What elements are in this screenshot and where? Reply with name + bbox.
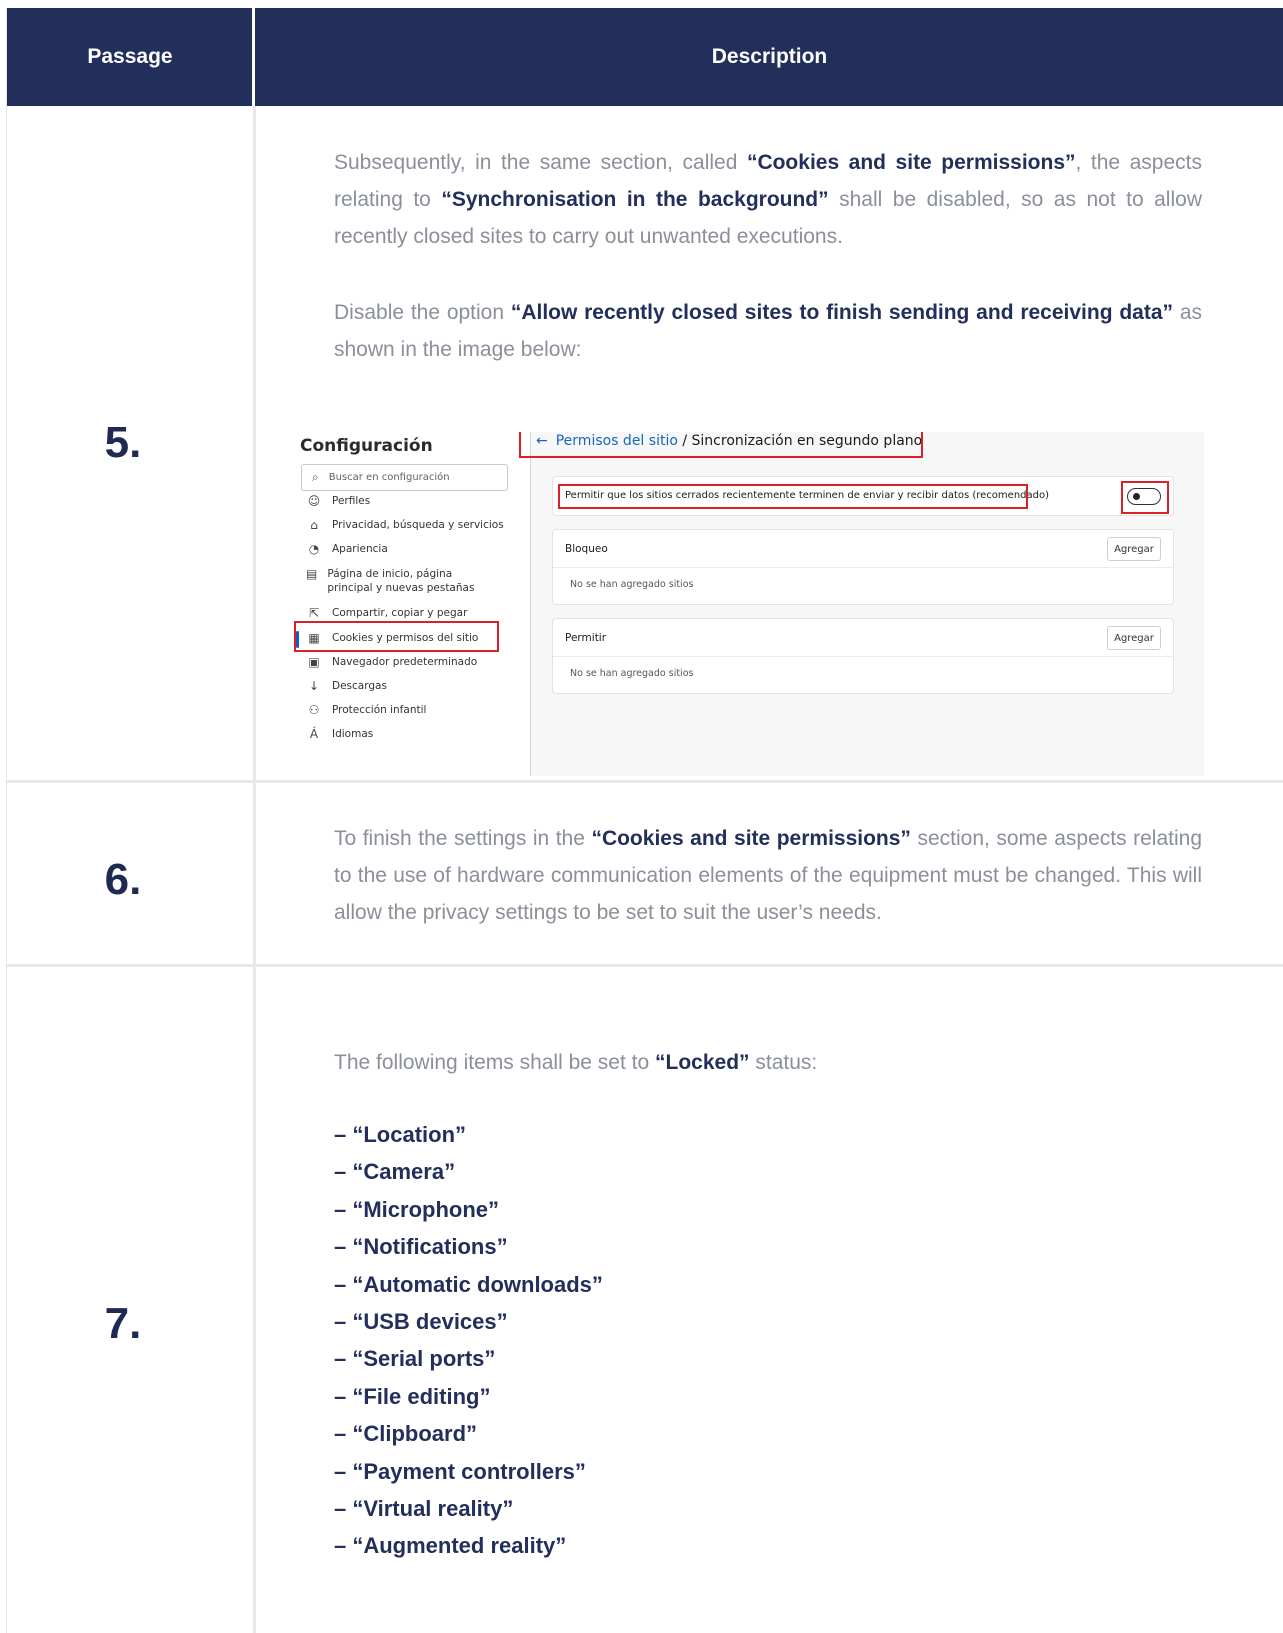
description-header: Description [711,45,828,68]
empty-text: No se han agregado sitios [570,668,694,679]
text: To finish the settings in the [334,827,592,850]
sidebar-item-compartir[interactable]: ⇱ Compartir, copiar y pegar [300,606,520,620]
sidebar-item-label: Página de inicio, página principal y nue… [327,568,475,594]
emphasis: “Synchronisation in the background” [441,188,829,211]
sidebar-item-perfiles[interactable]: ☺ Perfiles [300,494,520,508]
block-card: Bloqueo Agregar No se han agregado sitio… [552,529,1174,605]
list-item: – “Augmented reality” [334,1533,567,1559]
row-divider [7,780,1283,783]
sidebar-item-label: Compartir, copiar y pegar [332,607,468,619]
settings-title: Configuración [300,436,433,456]
sidebar-item-idiomas[interactable]: Á Idiomas [300,727,520,741]
text: Subsequently, in the same section, calle… [334,151,747,174]
sidebar-item-label: Navegador predeterminado [332,656,478,668]
emphasis: “Allow recently closed sites to finish s… [510,301,1174,324]
add-block-button[interactable]: Agregar [1107,537,1161,561]
passage-header: Passage [87,45,173,68]
passage-number: 5. [104,418,142,467]
sidebar-item-label: Perfiles [332,495,371,507]
empty-text: No se han agregado sitios [570,579,694,590]
sidebar-item-descargas[interactable]: ↓ Descargas [300,679,520,693]
list-item: – “File editing” [334,1383,491,1409]
profile-icon: ☺ [307,494,321,508]
emphasis: “Cookies and site permissions” [591,827,911,850]
list-item: – “USB devices” [334,1309,508,1335]
sidebar-item-proteccion-infantil[interactable]: ⚇ Protección infantil [300,703,520,717]
search-placeholder: Buscar en configuración [328,472,450,483]
highlight-box [558,484,1028,509]
list-item: – “Automatic downloads” [334,1271,603,1297]
embedded-settings-screenshot: Configuración ⌕ Buscar en configuración … [294,432,1204,776]
passage-number: 7. [104,1299,142,1348]
list-item: – “Payment controllers” [334,1458,586,1484]
emphasis: “Cookies and site permissions” [746,151,1076,174]
allow-card: Permitir Agregar No se han agregado siti… [552,618,1174,694]
table-header: Passage Description [7,8,1283,106]
family-icon: ⚇ [308,703,320,717]
locked-items-list: – “Location” – “Camera” – “Microphone” –… [334,1116,934,1565]
description-paragraph: Disable the option “Allow recently close… [334,294,1202,368]
description-paragraph: Subsequently, in the same section, calle… [334,144,1202,255]
sidebar-item-label: Privacidad, búsqueda y servicios [332,519,504,531]
share-icon: ⇱ [308,606,320,620]
settings-sidebar: Configuración ⌕ Buscar en configuración … [294,432,530,776]
download-icon: ↓ [308,679,320,693]
card-divider [553,567,1173,568]
description-paragraph: The following items shall be set to “Loc… [334,1044,1202,1081]
list-item: – “Serial ports” [334,1346,496,1372]
list-item: – “Camera” [334,1159,456,1185]
sidebar-item-label: Idiomas [332,728,374,740]
highlight-box [1121,481,1169,514]
list-item: – “Clipboard” [334,1421,478,1447]
sidebar-item-privacidad[interactable]: ⌂ Privacidad, búsqueda y servicios [300,518,520,532]
sidebar-item-apariencia[interactable]: ◔ Apariencia [300,542,520,556]
sidebar-item-label: Apariencia [332,543,388,555]
language-icon: Á [309,727,319,741]
highlight-box [519,432,923,458]
highlight-box [294,621,499,652]
list-item: – “Virtual reality” [334,1496,514,1522]
search-icon: ⌕ [312,470,319,484]
description-paragraph: To finish the settings in the “Cookies a… [334,820,1202,931]
block-title: Bloqueo [565,543,608,555]
sidebar-item-navegador[interactable]: ▣ Navegador predeterminado [300,655,520,669]
list-item: – “Microphone” [334,1196,500,1222]
lock-icon: ⌂ [310,518,318,532]
add-allow-button[interactable]: Agregar [1107,626,1161,650]
sidebar-item-pagina-inicio[interactable]: ▤ Página de inicio, página principal y nu… [300,567,500,595]
sidebar-item-label: Protección infantil [332,704,427,716]
settings-search-input[interactable]: ⌕ Buscar en configuración [301,464,508,491]
card-divider [553,656,1173,657]
home-page-icon: ▤ [306,567,318,581]
row-divider [7,964,1283,967]
emphasis: “Locked” [655,1051,750,1074]
browser-icon: ▣ [308,655,320,669]
list-item: – “Location” [334,1122,467,1147]
text: The following items shall be set to [334,1051,655,1074]
sidebar-item-label: Descargas [332,680,387,692]
column-divider [253,106,256,1633]
text: status: [749,1051,818,1074]
passage-number: 6. [104,855,142,904]
allow-title: Permitir [565,632,607,644]
palette-icon: ◔ [308,542,320,556]
list-item: – “Notifications” [334,1234,508,1260]
text: Disable the option [334,301,511,324]
